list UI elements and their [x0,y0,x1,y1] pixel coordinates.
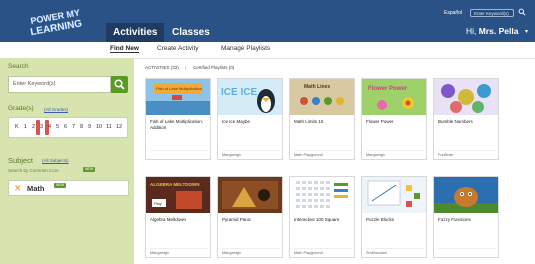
filter-activities-tab[interactable]: ACTIVITIES (33) [145,65,179,70]
activity-publisher: Mangahigh [222,248,280,255]
activity-publisher: Mangahigh [150,248,208,255]
svg-text:Math Lines: Math Lines [304,84,330,90]
user-greeting[interactable]: Hi, Mrs. Pella [466,26,518,36]
activity-card[interactable]: Puzzle Blocks Smithsonian [361,176,427,258]
activity-publisher: Math Playground [294,248,352,255]
grade-option[interactable]: 12 [116,124,122,130]
activity-card[interactable]: Fish of Lake Multiplication Fish of Lake… [145,78,211,160]
activity-thumbnail: ICE ICE [218,79,282,115]
user-name: Mrs. Pella [478,26,519,36]
common-core-search-link[interactable]: Search by Common Core [8,168,59,173]
svg-text:Flower Power: Flower Power [368,86,408,92]
activity-publisher: Mangahigh [366,150,424,157]
activity-card[interactable]: Bumble Numbers FunBrain [433,78,499,160]
svg-text:ICE ICE: ICE ICE [221,87,257,98]
activity-publisher [438,248,496,251]
subject-chip-label: Math [27,184,45,193]
activity-thumbnail: Fish of Lake Multiplication [146,79,210,115]
subject-label: Subject [8,156,34,165]
subnav-find-new[interactable]: Find New [110,45,139,53]
new-badge: NEW [54,183,67,188]
activity-thumbnail: Math Lines [290,79,354,115]
app: POWER MY LEARNING Activities Classes Esp… [0,0,535,264]
activity-title[interactable]: Ice Ice Maybe [222,119,282,125]
grade-option[interactable]: 1 [24,124,27,130]
activity-card[interactable]: Flower Power Flower Power Mangahigh [361,78,427,160]
language-toggle[interactable]: Español [444,10,462,16]
grade-option[interactable]: 7 [72,124,75,130]
all-subjects-link[interactable]: (All Subjects) [42,158,69,163]
activity-title[interactable]: Pyramid Panic [222,217,282,223]
svg-text:ALGEBRA MELTDOWN: ALGEBRA MELTDOWN [150,182,200,187]
activity-title[interactable]: Math Limits 10 [294,119,354,125]
svg-text:Play: Play [154,201,162,206]
chevron-down-icon[interactable]: ▾ [525,28,528,35]
subnav-manage-playlists[interactable]: Manage Playlists [221,45,270,52]
grade-option[interactable]: 11 [106,124,112,130]
activity-title[interactable]: Algebra Meltdown [150,217,210,223]
activity-title[interactable]: Interactive 100 Square [294,217,354,223]
search-label: Search [8,63,29,70]
activity-title[interactable]: Puzzle Blocks [366,217,426,223]
activity-thumbnail: ALGEBRA MELTDOWN Play [146,177,210,213]
activity-card[interactable]: Math Lines Math Limits 10 Math Playgroun… [289,78,355,160]
subnav-create-activity[interactable]: Create Activity [157,45,199,52]
activity-title[interactable]: Bumble Numbers [438,119,498,125]
header-search-input[interactable]: Enter Keyword(s) [470,9,514,17]
activity-title[interactable]: Flower Power [366,119,426,125]
activity-publisher: Mangahigh [222,150,280,157]
grade-option[interactable]: K [15,124,19,130]
subject-chip-math[interactable]: ✕ Math NEW [8,180,129,196]
activity-card[interactable]: ALGEBRA MELTDOWN Play Algebra Meltdown M… [145,176,211,258]
grade-option[interactable]: 5 [56,124,59,130]
svg-text:Fish of Lake Multiplication: Fish of Lake Multiplication [156,86,202,91]
filter-certified-playlists-tab[interactable]: Certified Playlists (0) [193,65,234,70]
activity-card[interactable]: ICE ICE Ice Ice Maybe Mangahigh [217,78,283,160]
activity-publisher [150,150,208,153]
grade-option[interactable]: 4 [48,124,51,130]
activity-publisher: FunBrain [438,150,496,157]
filter-separator: | [185,65,187,70]
activity-thumbnail [290,177,354,213]
grade-option[interactable]: 8 [80,124,83,130]
grade-option[interactable]: 9 [88,124,91,130]
power-my-learning-logo[interactable]: POWER MY LEARNING [26,6,94,36]
greeting-prefix: Hi, [466,26,477,36]
activity-title[interactable]: Fuzzy Functions [438,217,498,223]
activity-thumbnail [218,177,282,213]
close-icon[interactable]: ✕ [14,183,22,193]
keyword-search-input[interactable]: Enter Keyword(s) [8,76,111,93]
activity-card[interactable]: Pyramid Panic Mangahigh [217,176,283,258]
grade-option[interactable]: 3 [40,124,43,130]
search-icon[interactable] [518,8,526,16]
search-icon [114,79,125,90]
activity-thumbnail [434,79,498,115]
new-badge: NEW [83,167,96,172]
top-bar: POWER MY LEARNING Activities Classes Esp… [0,0,535,42]
activity-card[interactable]: Interactive 100 Square Math Playground [289,176,355,258]
grade-option[interactable]: 6 [64,124,67,130]
tab-classes[interactable]: Classes [165,23,217,42]
tab-activities[interactable]: Activities [106,23,165,42]
activity-thumbnail: Flower Power [362,79,426,115]
search-button[interactable] [111,76,128,93]
activity-publisher: Math Playground [294,150,352,157]
grade-option[interactable]: 10 [96,124,102,130]
activity-publisher: Smithsonian [366,248,424,255]
all-grades-link[interactable]: (All Grades) [44,107,68,112]
grades-label: Grade(s) [8,105,34,112]
activity-thumbnail [362,177,426,213]
grade-selector[interactable]: K 1 2 3 4 5 6 7 8 9 10 11 12 [8,117,128,138]
filter-sidebar: Search Enter Keyword(s) Grade(s) (All Gr… [0,58,134,264]
activity-card[interactable]: Fuzzy Functions [433,176,499,258]
activity-title[interactable]: Fish of Lake Multiplication: Addition [150,119,210,130]
grade-option[interactable]: 2 [32,124,35,130]
sub-nav: Find New Create Activity Manage Playlist… [0,42,535,59]
activity-thumbnail [434,177,498,213]
